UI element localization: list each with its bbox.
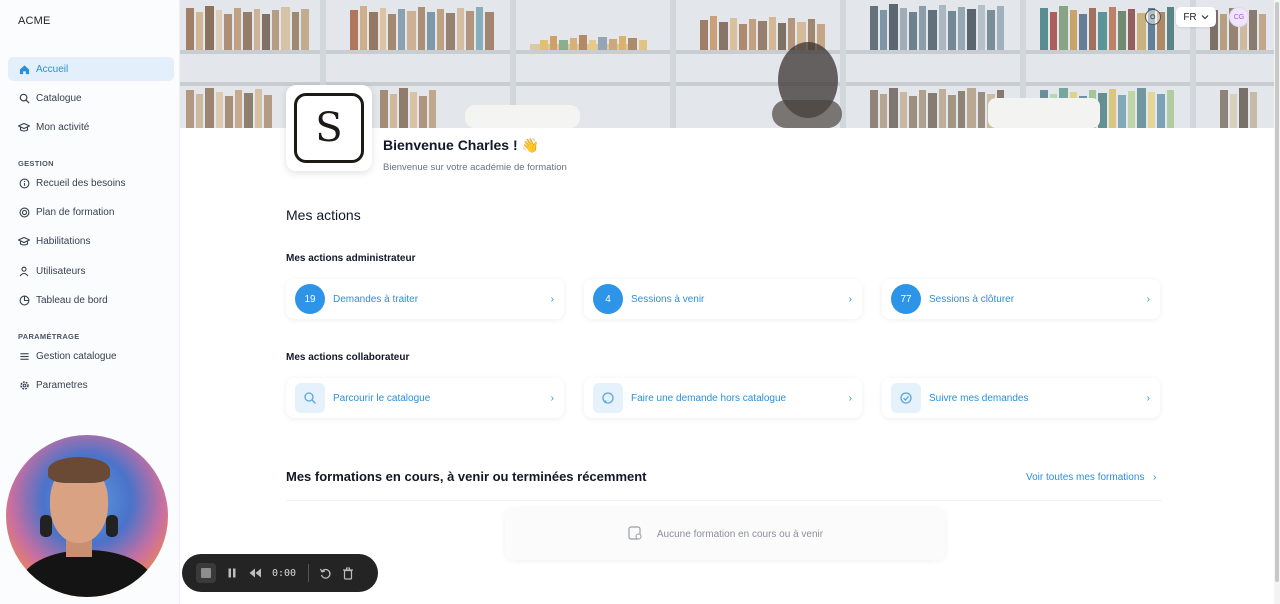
webcam-person-torso (20, 550, 154, 597)
action-label: Faire une demande hors catalogue (631, 392, 787, 404)
scrollbar-thumb[interactable] (1275, 2, 1279, 582)
chevron-down-icon (1201, 12, 1209, 23)
search-icon (18, 92, 30, 104)
section-title-formations: Mes formations en cours, à venir ou term… (286, 469, 647, 484)
sidebar-item-label: Recueil des besoins (36, 177, 126, 189)
count-badge: 4 (593, 284, 623, 314)
stop-recording-button[interactable] (196, 563, 216, 583)
list-icon (18, 350, 30, 362)
action-card-demandes[interactable]: 19 Demandes à traiter › (286, 279, 564, 319)
action-label: Parcourir le catalogue (333, 392, 431, 404)
action-card-demande-hors-catalogue[interactable]: Faire une demande hors catalogue › (584, 378, 862, 418)
gear-icon (18, 379, 30, 391)
language-select[interactable]: FR (1176, 7, 1216, 27)
section-label-gestion: GESTION (18, 159, 54, 168)
sidebar-item-label: Gestion catalogue (36, 350, 117, 362)
sidebar-item-label: Plan de formation (36, 206, 115, 218)
pause-button[interactable] (226, 563, 238, 583)
search-icon (295, 383, 325, 413)
action-card-suivre-demandes[interactable]: Suivre mes demandes › (882, 378, 1160, 418)
divider (308, 564, 310, 582)
scrollbar[interactable] (1274, 0, 1280, 604)
headset-right (106, 515, 118, 537)
count-badge: 77 (891, 284, 921, 314)
sidebar-item-utilisateurs[interactable]: Utilisateurs (8, 259, 174, 283)
info-circle-icon (18, 177, 30, 189)
chevron-right-icon: › (1153, 472, 1157, 483)
chat-icon (593, 383, 623, 413)
organization-logo: S (286, 85, 372, 171)
logo-letter: S (315, 105, 343, 151)
sidebar-item-parametres[interactable]: Parametres (8, 373, 174, 397)
restart-button[interactable] (319, 563, 332, 583)
sidebar-item-label: Accueil (36, 63, 69, 75)
chevron-right-icon: › (848, 293, 852, 305)
sidebar-item-habilitations[interactable]: Habilitations (8, 229, 174, 253)
sidebar-item-label: Catalogue (36, 92, 82, 104)
empty-state-text: Aucune formation en cours ou à venir (656, 528, 824, 540)
target-icon (18, 206, 30, 218)
sidebar-item-label: Utilisateurs (36, 265, 86, 277)
see-all-formations-link[interactable]: Voir toutes mes formations › (1026, 472, 1157, 483)
empty-state-icon (627, 525, 643, 544)
sidebar-item-accueil[interactable]: Accueil (8, 57, 174, 81)
subsection-title-admin: Mes actions administrateur (286, 253, 416, 264)
empty-formations-state: Aucune formation en cours ou à venir (505, 508, 945, 560)
action-card-sessions-a-cloturer[interactable]: 77 Sessions à clôturer › (882, 279, 1160, 319)
check-circle-icon (891, 383, 921, 413)
delete-button[interactable] (342, 563, 354, 583)
chevron-right-icon: › (550, 293, 554, 305)
sidebar-item-plan-formation[interactable]: Plan de formation (8, 200, 174, 224)
sidebar-item-catalogue[interactable]: Catalogue (8, 86, 174, 110)
graduation-cap-icon (18, 121, 30, 133)
rewind-icon (249, 568, 261, 578)
brand-name: ACME (18, 15, 51, 27)
sidebar-item-label: Parametres (36, 379, 88, 391)
sidebar-item-recueil-besoins[interactable]: Recueil des besoins (8, 171, 174, 195)
divider (286, 500, 1162, 501)
section-label-parametrage: PARAMÉTRAGE (18, 332, 80, 341)
chart-pie-icon (18, 294, 30, 306)
chevron-right-icon: › (1146, 392, 1150, 404)
action-label: Sessions à clôturer (929, 293, 1015, 305)
user-avatar[interactable]: CG (1229, 7, 1249, 27)
chevron-right-icon: › (550, 392, 554, 404)
action-card-sessions-a-venir[interactable]: 4 Sessions à venir › (584, 279, 862, 319)
section-title-actions: Mes actions (286, 207, 361, 223)
trash-icon (343, 567, 354, 580)
sidebar-item-label: Mon activité (36, 121, 90, 133)
webcam-person-hair (48, 457, 110, 483)
restart-icon (320, 568, 331, 579)
sidebar-item-mon-activite[interactable]: Mon activité (8, 115, 174, 139)
count-badge: 19 (295, 284, 325, 314)
language-label: FR (1183, 11, 1197, 23)
headset-left (40, 515, 52, 537)
sidebar-item-label: Habilitations (36, 235, 91, 247)
chevron-right-icon: › (1146, 293, 1150, 305)
users-icon (18, 265, 30, 277)
recording-timer: 0:00 (272, 567, 297, 579)
recording-toolbar: 0:00 (182, 554, 378, 592)
sidebar-item-tableau-de-bord[interactable]: Tableau de bord (8, 288, 174, 312)
link-label: Voir toutes mes formations (1026, 472, 1145, 483)
graduation-cap-icon (18, 235, 30, 247)
action-label: Sessions à venir (631, 293, 705, 305)
pause-icon (228, 568, 236, 578)
rewind-button[interactable] (248, 563, 262, 583)
subsection-title-collab: Mes actions collaborateur (286, 352, 410, 363)
home-icon (18, 63, 30, 75)
sidebar-item-label: Tableau de bord (36, 294, 108, 306)
welcome-title: Bienvenue Charles ! 👋 (383, 137, 539, 153)
action-card-parcourir-catalogue[interactable]: Parcourir le catalogue › (286, 378, 564, 418)
logo-frame: S (294, 93, 364, 163)
action-label: Suivre mes demandes (929, 392, 1029, 404)
chevron-right-icon: › (848, 392, 852, 404)
help-icon[interactable] (1145, 9, 1161, 25)
sidebar-item-gestion-catalogue[interactable]: Gestion catalogue (8, 344, 174, 368)
action-label: Demandes à traiter (333, 293, 419, 305)
webcam-preview (6, 435, 168, 597)
welcome-subtitle: Bienvenue sur votre académie de formatio… (383, 162, 567, 173)
